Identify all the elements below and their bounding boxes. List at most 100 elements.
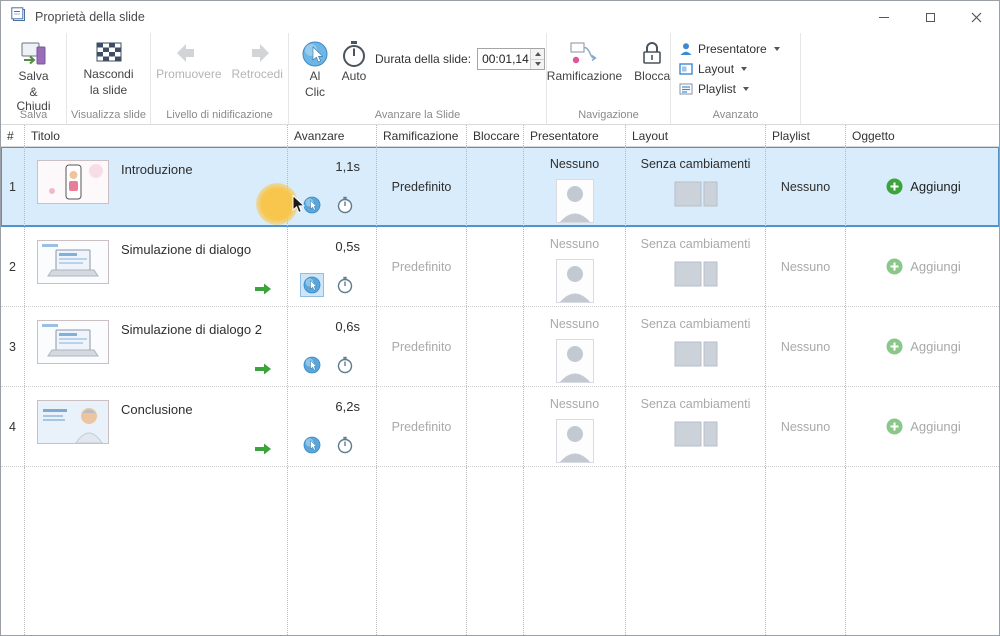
group-nidificazione: Promuovere Retrocedi Livello di nidifica… [151,33,289,124]
chevron-down-icon [774,47,780,51]
advance-on-click-icon[interactable] [300,273,324,297]
table-row[interactable]: 3 Simulazione di dialogo 2 [1,307,999,387]
playlist-value: Nessuno [766,307,845,386]
advance-arrow-icon [255,443,271,458]
layout-value: Senza cambiamenti [626,397,765,411]
save-close-button[interactable]: Salva & Chiudi [9,38,58,115]
table-row[interactable]: 4 Conclusione [1,387,999,467]
spin-down-icon [535,62,541,66]
ribbon: Salva & Chiudi Salva Nascondi la slide V… [1,33,999,125]
spin-up-icon [535,52,541,56]
group-salva: Salva & Chiudi Salva [1,33,67,124]
add-object-button[interactable]: Aggiungi [846,387,1000,466]
demote-arrow-icon [242,40,272,66]
duration-value[interactable]: 00:01,14 [478,49,530,69]
slide-thumbnail [37,400,109,444]
table-empty-area [1,467,999,635]
branching-value: Predefinito [377,307,466,386]
duration-label: Durata della slide: [375,52,471,66]
advance-time: 6,2s [335,399,360,414]
branching-icon [569,40,599,68]
advance-auto-icon[interactable] [333,273,357,297]
add-object-button[interactable]: Aggiungi [846,307,1000,386]
layout-dropdown[interactable]: Layout [679,62,780,76]
layout-preview-icon [626,339,765,369]
mouse-cursor [292,195,305,215]
presenter-silhouette-icon [524,179,625,223]
table-row[interactable]: 2 Simulazione di dialogo [1,227,999,307]
playlist-icon [679,82,693,96]
group-label-nidificazione: Livello di nidificazione [151,109,288,121]
group-label-salva: Salva [1,109,66,121]
promote-button[interactable]: Promuovere [152,38,225,84]
header-presenter: Presentatore [524,125,626,146]
playlist-value: Nessuno [766,387,845,466]
add-object-button[interactable]: Aggiungi [846,227,1000,306]
header-number: # [1,125,25,146]
minimize-icon [879,17,889,18]
row-number: 2 [1,227,25,306]
advance-on-click-button[interactable]: Al Clic [297,38,333,102]
slide-properties-dialog: Proprietà della slide Salva & Chiudi Sal… [0,0,1000,636]
branching-value: Predefinito [377,387,466,466]
chevron-down-icon [743,87,749,91]
slide-thumbnail [37,320,109,364]
advance-auto-icon[interactable] [333,193,357,217]
header-title: Titolo [25,125,288,146]
demote-button[interactable]: Retrocedi [228,38,287,84]
playlist-value: Nessuno [766,147,845,226]
table-header: # Titolo Avanzare Ramificazione Bloccare… [1,125,999,147]
group-label-visualizza: Visualizza slide [67,109,150,121]
slide-title: Conclusione [121,400,193,417]
group-navigazione: Ramificazione Blocca Navigazione [547,33,671,124]
table-row[interactable]: 1 Introduzione 1,1s [1,147,999,227]
playlist-dropdown[interactable]: Playlist [679,82,780,96]
advance-auto-icon[interactable] [333,353,357,377]
advance-auto-icon[interactable] [333,433,357,457]
close-button[interactable] [953,1,999,33]
presenter-dropdown[interactable]: Presentatore [679,42,780,56]
presenter-value: Nessuno [524,397,625,411]
add-object-button[interactable]: Aggiungi [846,147,1000,226]
presenter-value: Nessuno [524,317,625,331]
duration-spinner[interactable]: 00:01,14 [477,48,545,70]
auto-timer-icon [341,40,367,68]
branching-button[interactable]: Ramificazione [543,38,626,86]
add-icon [886,258,903,275]
advance-on-click-icon[interactable] [300,433,324,457]
group-visualizza: Nascondi la slide Visualizza slide [67,33,151,124]
advance-time: 0,6s [335,319,360,334]
header-branching: Ramificazione [377,125,467,146]
layout-preview-icon [626,419,765,449]
advance-on-click-icon[interactable] [300,353,324,377]
row-number: 4 [1,387,25,466]
advance-time: 0,5s [335,239,360,254]
layout-preview-icon [626,179,765,209]
presenter-silhouette-icon [524,259,625,303]
slide-title: Introduzione [121,160,193,177]
add-icon [886,338,903,355]
presenter-silhouette-icon [524,339,625,383]
header-playlist: Playlist [766,125,846,146]
lock-button[interactable]: Blocca [630,38,674,86]
advance-time: 1,1s [335,159,360,174]
hide-slide-icon [95,40,123,66]
layout-preview-icon [626,259,765,289]
group-label-navigazione: Navigazione [547,109,670,121]
advance-auto-button[interactable]: Auto [337,38,371,86]
group-label-avanzare: Avanzare la Slide [289,109,546,121]
presenter-value: Nessuno [524,237,625,251]
maximize-button[interactable] [907,1,953,33]
presenter-icon [679,42,693,56]
hide-slide-button[interactable]: Nascondi la slide [79,38,137,100]
minimize-button[interactable] [861,1,907,33]
save-close-icon [20,40,48,68]
lock-icon [641,40,663,68]
add-icon [886,418,903,435]
window-title: Proprietà della slide [35,10,861,24]
group-avanzare: Al Clic Auto Durata della slide: 00:01,1… [289,33,547,124]
maximize-icon [926,13,935,22]
playlist-value: Nessuno [766,227,845,306]
layout-value: Senza cambiamenti [626,317,765,331]
slides-table: # Titolo Avanzare Ramificazione Bloccare… [1,125,999,635]
